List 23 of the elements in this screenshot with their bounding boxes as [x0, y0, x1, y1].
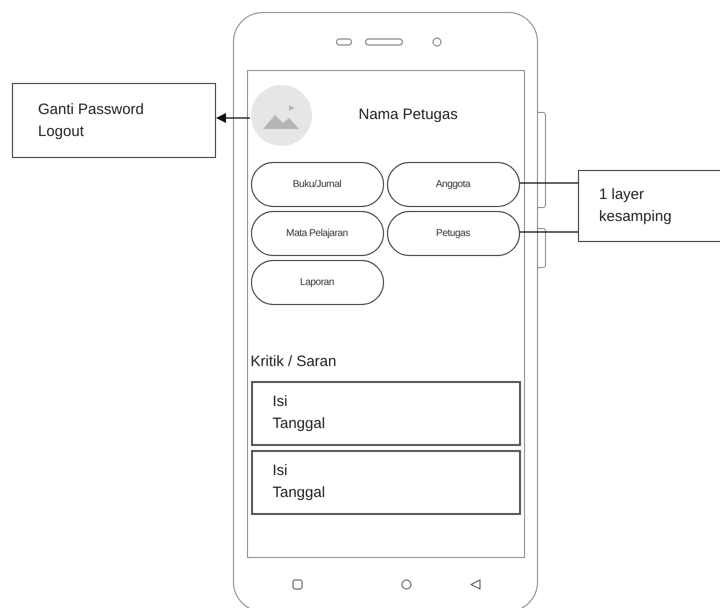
connector-line [520, 182, 578, 184]
feedback-date: Tanggal [272, 483, 326, 503]
connector-line [520, 231, 578, 233]
menu-button[interactable]: Buku/Jurnal [250, 162, 384, 207]
annotation-text: Ganti Password [38, 100, 144, 120]
back-nav-icon[interactable] [470, 579, 481, 590]
circle-nav-icon[interactable] [401, 579, 412, 590]
section-title: Kritik / Saran [250, 352, 336, 372]
speaker-icon [336, 38, 404, 46]
annotation-text: Logout [38, 122, 84, 142]
menu-button[interactable]: Anggota [386, 162, 520, 207]
arrow-connector [216, 113, 250, 123]
menu-button[interactable]: Laporan [250, 260, 384, 305]
feedback-content: Isi [272, 461, 288, 481]
feedback-date: Tanggal [272, 414, 326, 434]
annotation-text: 1 layer [599, 185, 644, 205]
menu-button[interactable]: Petugas [386, 211, 520, 256]
feedback-content: Isi [272, 392, 288, 412]
square-nav-icon[interactable] [292, 579, 303, 590]
annotation-text: kesamping [599, 207, 672, 227]
camera-icon [432, 36, 442, 46]
officer-name: Nama Petugas [358, 105, 458, 126]
menu-button[interactable]: Mata Pelajaran [250, 211, 384, 256]
